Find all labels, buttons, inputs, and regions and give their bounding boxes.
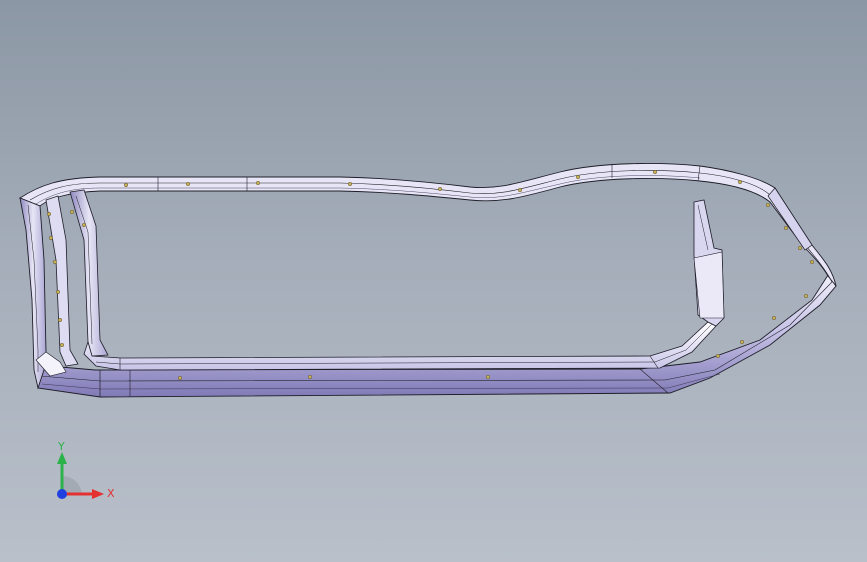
y-axis-label: Y bbox=[57, 440, 65, 453]
fastener-icon bbox=[653, 169, 658, 174]
x-axis-arrowhead bbox=[92, 489, 104, 499]
fastener-icon bbox=[738, 179, 743, 184]
fastener-icon bbox=[438, 186, 443, 191]
x-axis-label: X bbox=[107, 487, 115, 500]
fastener-icon bbox=[308, 375, 313, 380]
inner-rear-post[interactable] bbox=[45, 189, 109, 367]
fastener-icon bbox=[798, 245, 803, 250]
fastener-icon bbox=[772, 316, 777, 321]
fastener-icon bbox=[69, 209, 74, 214]
fastener-icon bbox=[185, 181, 190, 186]
fastener-icon bbox=[256, 180, 261, 185]
graphics-viewport[interactable]: Y X bbox=[0, 0, 867, 562]
fastener-icon bbox=[123, 182, 128, 187]
fastener-icon bbox=[518, 187, 523, 192]
fastener-icon bbox=[348, 181, 353, 186]
fastener-icon bbox=[81, 222, 86, 227]
fastener-icon bbox=[177, 376, 182, 381]
fastener-icon bbox=[53, 260, 58, 265]
fastener-icon bbox=[56, 290, 61, 295]
fastener-icon bbox=[804, 294, 809, 299]
fastener-icon bbox=[486, 375, 491, 380]
fastener-icon bbox=[49, 235, 54, 240]
fastener-icon bbox=[47, 211, 52, 216]
fastener-icon bbox=[716, 354, 721, 359]
inner-front-post[interactable] bbox=[693, 199, 725, 327]
coordinate-triad: Y X bbox=[57, 440, 115, 500]
inner-lower-rail[interactable] bbox=[83, 321, 717, 371]
fastener-icon bbox=[784, 225, 789, 230]
fastener-icon bbox=[766, 202, 771, 207]
fastener-icon bbox=[58, 318, 63, 323]
z-axis-dot bbox=[57, 489, 67, 499]
front-pillar[interactable] bbox=[767, 187, 813, 251]
fastener-icon bbox=[576, 174, 581, 179]
fastener-icon bbox=[60, 343, 65, 348]
fastener-icon bbox=[810, 260, 815, 265]
y-axis-arrowhead bbox=[57, 452, 67, 464]
fastener-icon bbox=[740, 340, 745, 345]
seal-frame-model[interactable] bbox=[0, 0, 867, 562]
